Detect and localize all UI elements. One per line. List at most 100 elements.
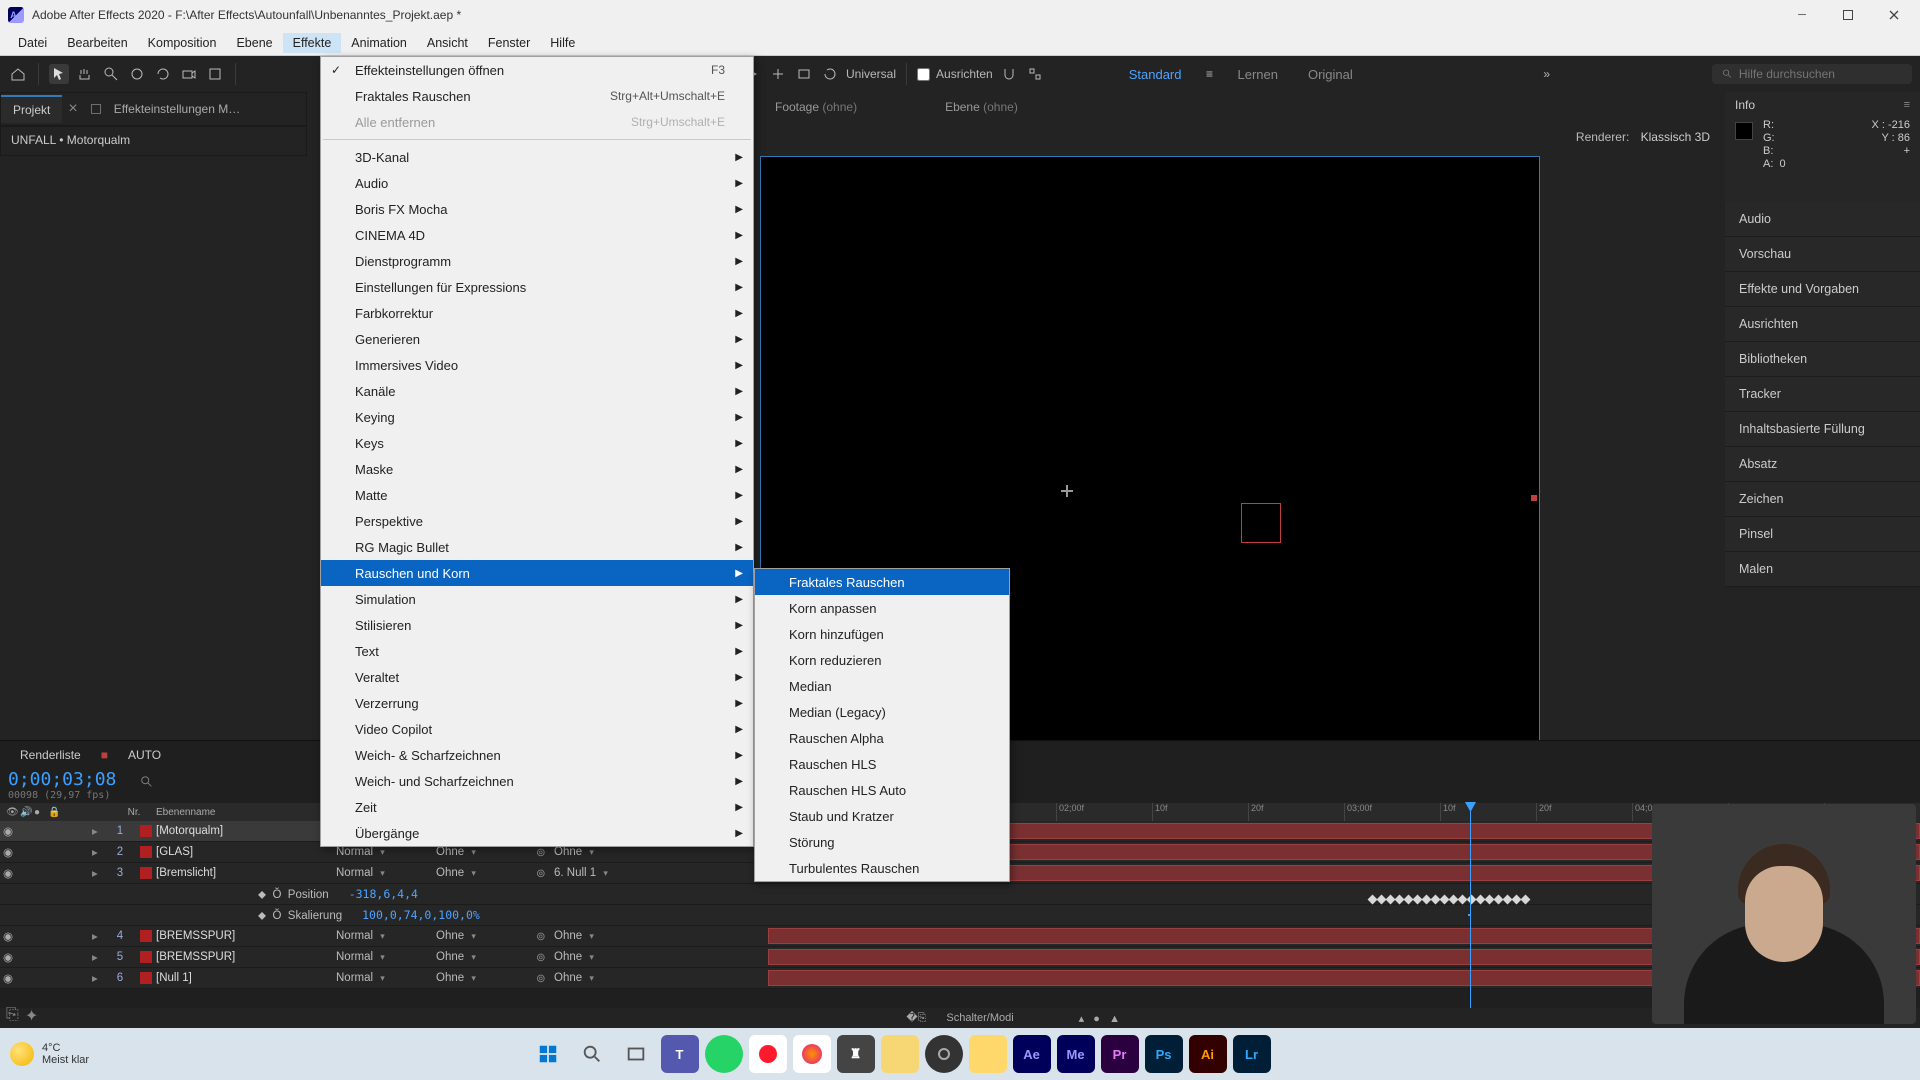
workspace-original[interactable]: Original — [1296, 63, 1365, 86]
menu-datei[interactable]: Datei — [8, 33, 57, 53]
panel-effekte-vorgaben[interactable]: Effekte und Vorgaben — [1725, 272, 1920, 307]
refresh-icon[interactable] — [820, 64, 840, 84]
workspace-menu-icon[interactable]: ≡ — [1199, 64, 1219, 84]
submenu-item[interactable]: Rauschen HLS Auto — [755, 777, 1009, 803]
premiere-icon[interactable]: Pr — [1101, 1035, 1139, 1073]
weather-widget[interactable]: 4°CMeist klar — [10, 1042, 89, 1066]
workspace-lernen[interactable]: Lernen — [1225, 63, 1289, 86]
align-checkbox[interactable] — [917, 68, 930, 81]
app-icon-2[interactable] — [881, 1035, 919, 1073]
fx-item[interactable]: Audio▶ — [321, 170, 753, 196]
submenu-item[interactable]: Median — [755, 673, 1009, 699]
illustrator-icon[interactable]: Ai — [1189, 1035, 1227, 1073]
zoom-tool-icon[interactable] — [101, 64, 121, 84]
visibility-toggle[interactable]: ◉ — [0, 971, 16, 985]
shy-icon[interactable]: ⎘ — [6, 1006, 19, 1026]
toggle-icon[interactable]: �⁠⎘ — [906, 1011, 926, 1025]
media-encoder-icon[interactable]: Me — [1057, 1035, 1095, 1073]
fx-item[interactable]: RG Magic Bullet▶ — [321, 534, 753, 560]
timeline-layer[interactable]: ◉ ▸ 4 [BREMSSPUR] Normal ▾ Ohne ▾ ⊚ Ohne… — [0, 926, 768, 947]
fx-item[interactable]: 3D-Kanal▶ — [321, 144, 753, 170]
search-button[interactable] — [573, 1035, 611, 1073]
effects-dropdown[interactable]: ✓Effekteinstellungen öffnenF3Fraktales R… — [320, 56, 754, 847]
submenu-item[interactable]: Staub und Kratzer — [755, 803, 1009, 829]
snap-icon[interactable] — [1025, 64, 1045, 84]
selection-tool-icon[interactable] — [49, 64, 69, 84]
photoshop-icon[interactable]: Ps — [1145, 1035, 1183, 1073]
fx-item[interactable]: Weich- und Scharfzeichnen▶ — [321, 768, 753, 794]
panel-pinsel[interactable]: Pinsel — [1725, 517, 1920, 552]
app-icon-1[interactable]: ♜ — [837, 1035, 875, 1073]
hand-tool-icon[interactable] — [75, 64, 95, 84]
timeline-layer[interactable]: ◉ ▸ 6 [Null 1] Normal ▾ Ohne ▾ ⊚ Ohne ▾ — [0, 968, 768, 989]
fx-item[interactable]: Generieren▶ — [321, 326, 753, 352]
fx-item[interactable]: Matte▶ — [321, 482, 753, 508]
menu-komposition[interactable]: Komposition — [138, 33, 227, 53]
eye-col-icon[interactable]: 👁 — [6, 807, 17, 818]
aftereffects-icon[interactable]: Ae — [1013, 1035, 1051, 1073]
lock-col-icon[interactable]: 🔒 — [48, 807, 59, 818]
close-button[interactable] — [1880, 5, 1908, 25]
panel-tracker[interactable]: Tracker — [1725, 377, 1920, 412]
orbit-tool-icon[interactable] — [127, 64, 147, 84]
layer-bounds[interactable] — [1241, 503, 1281, 543]
menu-animation[interactable]: Animation — [341, 33, 417, 53]
fx-item[interactable]: Fraktales RauschenStrg+Alt+Umschalt+E — [321, 83, 753, 109]
workspace-standard[interactable]: Standard — [1117, 63, 1194, 86]
help-search[interactable] — [1712, 64, 1912, 84]
footage-tab[interactable]: Footage (ohne) — [775, 100, 857, 114]
task-view-button[interactable] — [617, 1035, 655, 1073]
submenu-item[interactable]: Korn hinzufügen — [755, 621, 1009, 647]
home-icon[interactable] — [8, 64, 28, 84]
menu-hilfe[interactable]: Hilfe — [540, 33, 585, 53]
fx-item[interactable]: Simulation▶ — [321, 586, 753, 612]
frame-blend-icon[interactable]: ✦ — [25, 1006, 38, 1026]
menu-fenster[interactable]: Fenster — [478, 33, 540, 53]
menu-effekte[interactable]: Effekte — [283, 33, 342, 53]
submenu-item[interactable]: Fraktales Rauschen — [755, 569, 1009, 595]
schalter-modi[interactable]: Schalter/Modi — [946, 1012, 1013, 1024]
magnet-icon[interactable] — [999, 64, 1019, 84]
panel-absatz[interactable]: Absatz — [1725, 447, 1920, 482]
layer-color-chip[interactable] — [140, 846, 152, 858]
visibility-toggle[interactable]: ◉ — [0, 845, 16, 859]
fx-item[interactable]: Farbkorrektur▶ — [321, 300, 753, 326]
minimize-button[interactable]: ─ — [1788, 5, 1816, 25]
layer-color-chip[interactable] — [140, 951, 152, 963]
fx-item[interactable]: Video Copilot▶ — [321, 716, 753, 742]
panel-vorschau[interactable]: Vorschau — [1725, 237, 1920, 272]
layer-color-chip[interactable] — [140, 972, 152, 984]
fx-item[interactable]: Weich- & Scharfzeichnen▶ — [321, 742, 753, 768]
visibility-toggle[interactable]: ◉ — [0, 929, 16, 943]
visibility-toggle[interactable]: ◉ — [0, 824, 16, 838]
timeline-timecode[interactable]: 0;00;03;08 00098 (29,97 fps) — [8, 769, 116, 801]
fx-item[interactable]: Stilisieren▶ — [321, 612, 753, 638]
fx-item[interactable]: Veraltet▶ — [321, 664, 753, 690]
noise-grain-submenu[interactable]: Fraktales RauschenKorn anpassenKorn hinz… — [754, 568, 1010, 882]
fx-item[interactable]: Immersives Video▶ — [321, 352, 753, 378]
panel-inhaltsbasierte[interactable]: Inhaltsbasierte Füllung — [1725, 412, 1920, 447]
fx-item[interactable]: ✓Effekteinstellungen öffnenF3 — [321, 57, 753, 83]
add-icon[interactable] — [768, 64, 788, 84]
fx-item[interactable]: Keys▶ — [321, 430, 753, 456]
tab-renderliste[interactable]: Renderliste — [10, 744, 91, 766]
fx-item[interactable]: Zeit▶ — [321, 794, 753, 820]
pan-behind-tool-icon[interactable] — [205, 64, 225, 84]
fx-item[interactable]: Boris FX Mocha▶ — [321, 196, 753, 222]
lightroom-icon[interactable]: Lr — [1233, 1035, 1271, 1073]
submenu-item[interactable]: Korn anpassen — [755, 595, 1009, 621]
timeline-search[interactable] — [140, 775, 154, 794]
fx-item[interactable]: CINEMA 4D▶ — [321, 222, 753, 248]
playhead[interactable] — [1470, 803, 1471, 1028]
panel-audio[interactable]: Audio — [1725, 202, 1920, 237]
fx-item[interactable]: Kanäle▶ — [321, 378, 753, 404]
rect-tool-icon[interactable] — [794, 64, 814, 84]
ebene-tab[interactable]: Ebene (ohne) — [945, 100, 1018, 114]
menu-ansicht[interactable]: Ansicht — [417, 33, 478, 53]
breadcrumb[interactable]: UNFALL • Motorqualm — [11, 133, 130, 147]
col-nr[interactable]: Nr. — [118, 807, 150, 818]
panel-malen[interactable]: Malen — [1725, 552, 1920, 587]
fx-item[interactable]: Verzerrung▶ — [321, 690, 753, 716]
teams-icon[interactable]: T — [661, 1035, 699, 1073]
fx-item[interactable]: Dienstprogramm▶ — [321, 248, 753, 274]
